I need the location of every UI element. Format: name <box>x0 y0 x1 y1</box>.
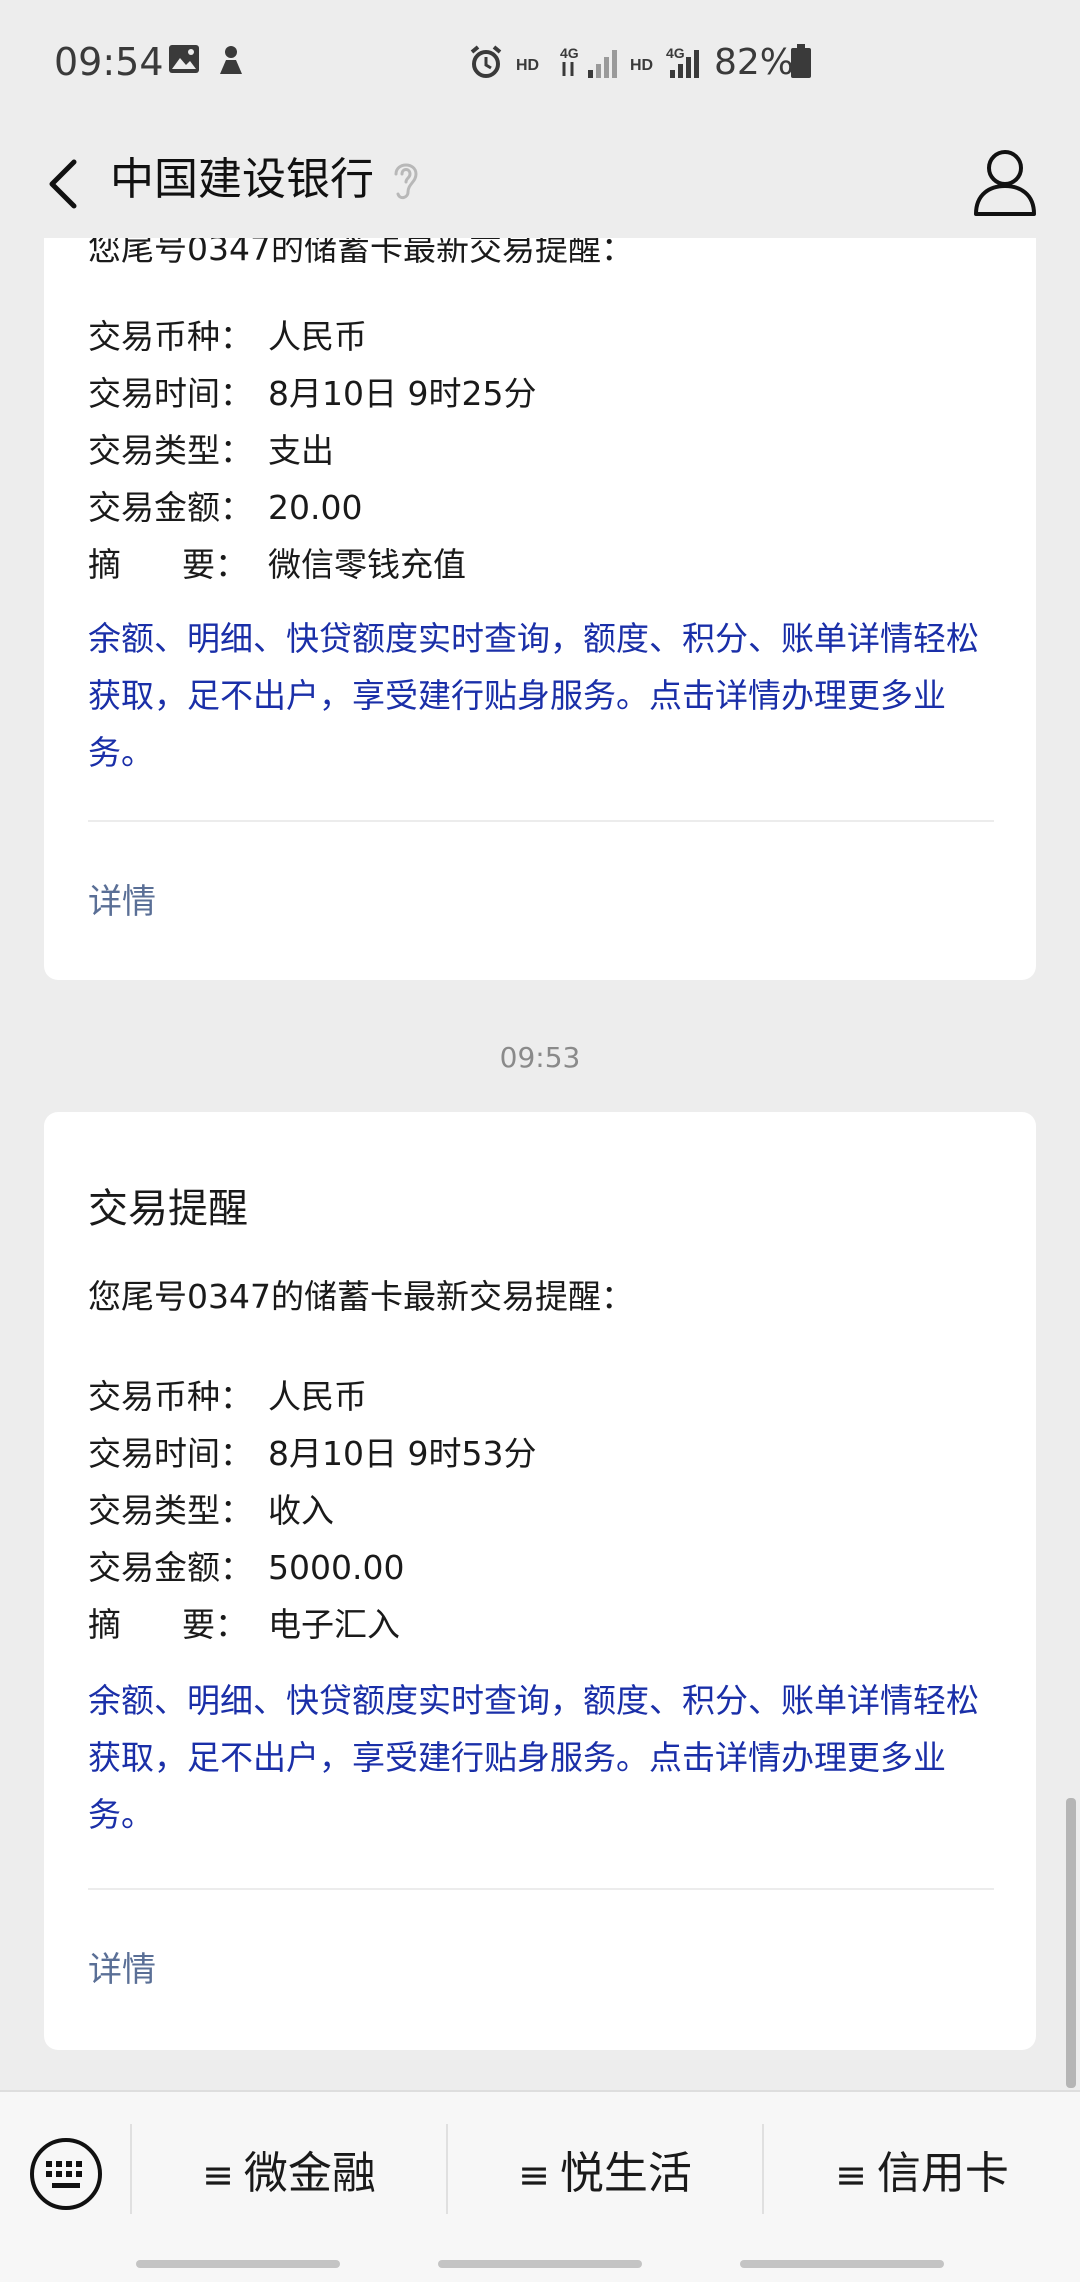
hd-4g-signal-icon: HD 4G <box>516 45 617 78</box>
nav-bar: 中国建设银行 <box>0 130 1080 238</box>
menu-icon: ≡ <box>202 2153 234 2197</box>
battery-icon <box>791 44 811 78</box>
promo-text[interactable]: 余额、明细、快贷额度实时查询，额度、积分、账单详情轻松获取，足不出户，享受建行贴… <box>88 610 994 781</box>
field-list: 交易币种： 人民币 交易时间： 8月10日 9时25分 交易类型： 支出 交易金额： 2… <box>88 308 994 593</box>
svg-text:4G: 4G <box>666 45 685 61</box>
bottom-menu: ≡ 微金融 ≡ 悦生活 ≡ 信用卡 <box>0 2090 1080 2282</box>
message-list[interactable]: 您尾号0347的储蓄卡最新交易提醒： 交易币种： 人民币 交易时间： 8月10日 9… <box>0 238 1080 2090</box>
menu-item-life[interactable]: ≡ 悦生活 <box>448 2134 762 2214</box>
field-type: 交易类型： 支出 <box>88 431 334 470</box>
scrollbar[interactable] <box>1066 1798 1076 2088</box>
field-summary: 摘要： 微信零钱充值 <box>88 545 466 584</box>
svg-text:4G: 4G <box>560 45 579 61</box>
divider <box>88 1888 994 1890</box>
field-amount: 交易金额： 20.00 <box>88 488 363 527</box>
gesture-bar <box>740 2260 944 2268</box>
status-time: 09:54 <box>54 40 164 84</box>
field-type: 交易类型： 收入 <box>88 1491 334 1530</box>
status-bar: 09:54 HD 4G HD 4G 82% <box>0 0 1080 130</box>
chevron-left-icon[interactable] <box>30 148 102 220</box>
gesture-bar <box>136 2260 340 2268</box>
details-link[interactable]: 详情 <box>88 1942 156 1991</box>
card-intro: 您尾号0347的储蓄卡最新交易提醒： <box>88 1277 634 1316</box>
field-list: 交易币种： 人民币 交易时间： 8月10日 9时53分 交易类型： 收入 交易金额： 5… <box>88 1368 994 1653</box>
image-icon <box>169 45 199 73</box>
battery-percent: 82% <box>714 42 795 83</box>
field-summary: 摘要： 电子汇入 <box>88 1605 400 1644</box>
field-time: 交易时间： 8月10日 9时53分 <box>88 1434 537 1473</box>
divider <box>88 820 994 822</box>
message-timestamp: 09:53 <box>499 1041 581 1074</box>
chat-title: 中国建设银行 <box>110 154 374 205</box>
svg-text:HD: HD <box>516 57 539 74</box>
field-time: 交易时间： 8月10日 9时25分 <box>88 374 537 413</box>
notification-icon <box>220 46 242 74</box>
hd-4g-signal-icon: HD 4G <box>630 45 699 78</box>
promo-text[interactable]: 余额、明细、快贷额度实时查询，额度、积分、账单详情轻松获取，足不出户，享受建行贴… <box>88 1672 994 1843</box>
transaction-card: 您尾号0347的储蓄卡最新交易提醒： 交易币种： 人民币 交易时间： 8月10日 9… <box>44 238 1036 980</box>
menu-item-credit-card[interactable]: ≡ 信用卡 <box>764 2134 1080 2214</box>
person-icon[interactable] <box>970 142 1040 222</box>
menu-icon: ≡ <box>518 2153 550 2197</box>
details-link[interactable]: 详情 <box>88 874 156 923</box>
field-amount: 交易金额： 5000.00 <box>88 1548 405 1587</box>
svg-text:HD: HD <box>630 57 653 74</box>
keyboard-icon[interactable] <box>26 2134 106 2214</box>
menu-item-finance[interactable]: ≡ 微金融 <box>132 2134 446 2214</box>
field-currency: 交易币种： 人民币 <box>88 317 367 356</box>
menu-icon: ≡ <box>835 2153 867 2197</box>
card-title: 交易提醒 <box>88 1186 248 1232</box>
field-currency: 交易币种： 人民币 <box>88 1377 367 1416</box>
alarm-icon <box>470 45 502 78</box>
card-intro: 您尾号0347的储蓄卡最新交易提醒： <box>88 238 634 268</box>
transaction-card: 交易提醒 您尾号0347的储蓄卡最新交易提醒： 交易币种： 人民币 交易时间： 8月… <box>44 1112 1036 2050</box>
ear-icon <box>394 163 418 200</box>
gesture-bar <box>438 2260 642 2268</box>
